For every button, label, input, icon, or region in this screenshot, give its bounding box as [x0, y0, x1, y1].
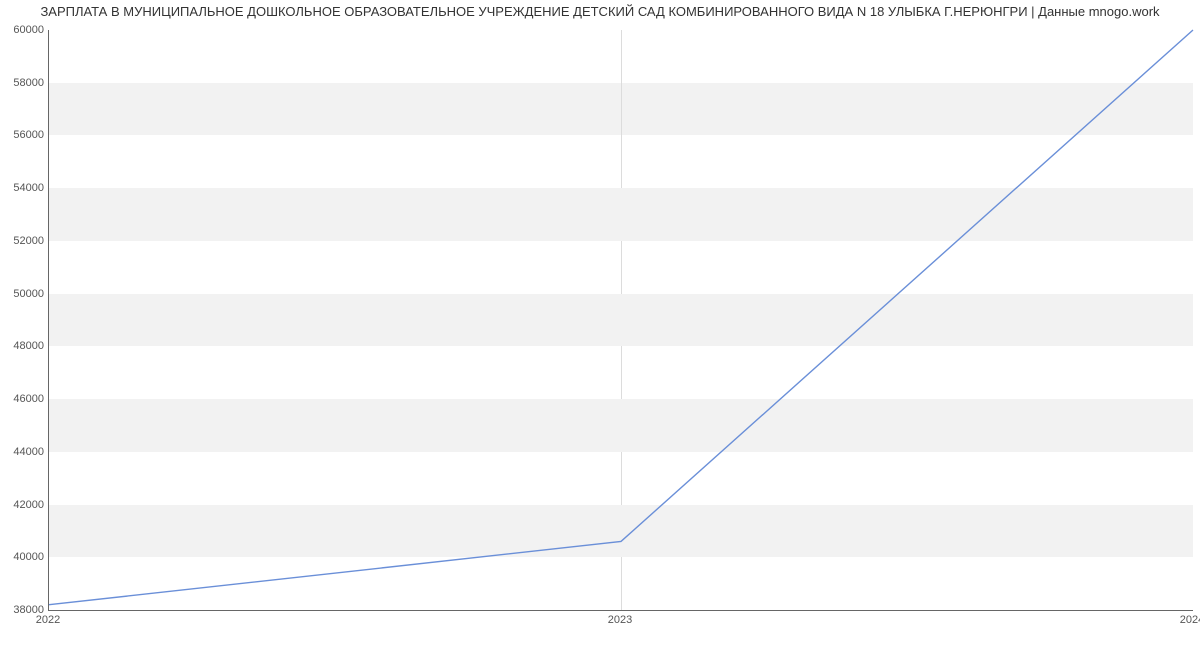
- y-tick-label: 52000: [0, 235, 44, 247]
- y-tick-label: 42000: [0, 499, 44, 511]
- x-tick-label: 2024: [1180, 614, 1200, 626]
- y-tick-label: 60000: [0, 24, 44, 36]
- chart-container: ЗАРПЛАТА В МУНИЦИПАЛЬНОЕ ДОШКОЛЬНОЕ ОБРА…: [0, 0, 1200, 650]
- y-tick-label: 40000: [0, 551, 44, 563]
- y-tick-label: 54000: [0, 182, 44, 194]
- y-tick-label: 46000: [0, 393, 44, 405]
- chart-title: ЗАРПЛАТА В МУНИЦИПАЛЬНОЕ ДОШКОЛЬНОЕ ОБРА…: [0, 4, 1200, 19]
- y-tick-label: 50000: [0, 288, 44, 300]
- line-layer: [49, 30, 1193, 610]
- y-tick-label: 48000: [0, 340, 44, 352]
- plot-area: [48, 30, 1193, 611]
- x-tick-label: 2023: [608, 614, 632, 626]
- y-tick-label: 56000: [0, 129, 44, 141]
- x-tick-label: 2022: [36, 614, 60, 626]
- series-line: [49, 30, 1193, 605]
- y-tick-label: 44000: [0, 446, 44, 458]
- y-tick-label: 58000: [0, 77, 44, 89]
